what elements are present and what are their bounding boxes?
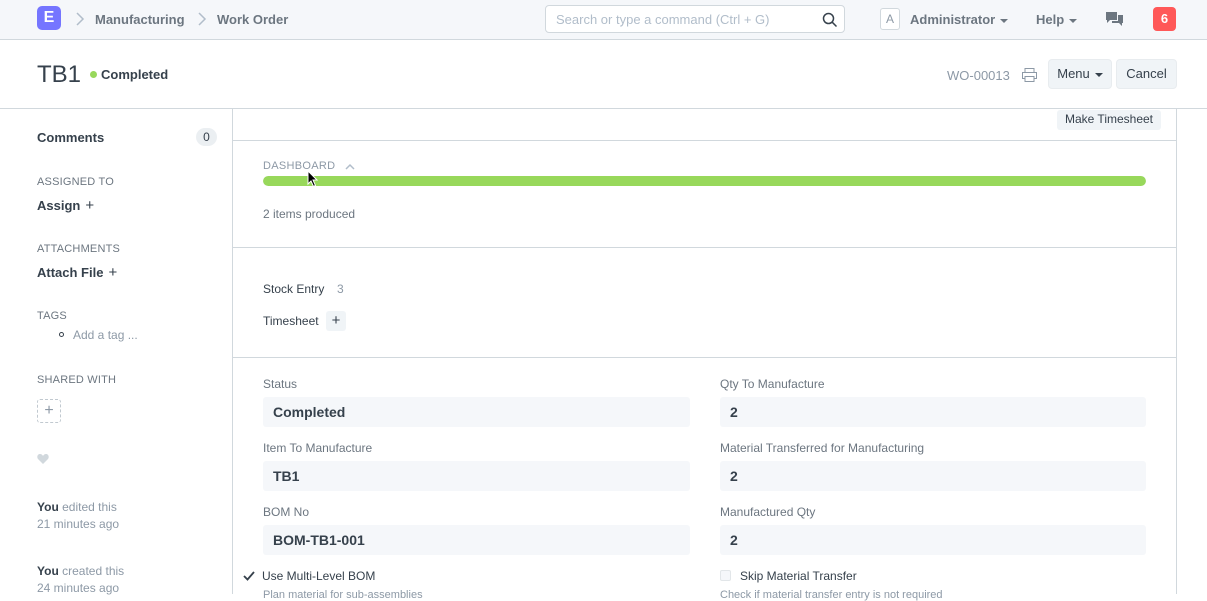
add-tag-input[interactable]: Add a tag ... xyxy=(73,328,138,342)
document-id: WO-00013 xyxy=(947,68,1010,83)
status-indicator-dot xyxy=(90,71,97,78)
section-divider xyxy=(232,247,1177,248)
transferred-field: 2 xyxy=(720,461,1146,491)
attachments-heading: ATTACHMENTS xyxy=(37,243,121,255)
section-divider xyxy=(232,140,1177,141)
skip-transfer-checkbox[interactable] xyxy=(720,570,731,581)
timeline-time: 21 minutes ago xyxy=(37,517,120,531)
tags-heading: TAGS xyxy=(37,310,67,322)
caret-down-icon xyxy=(1069,18,1078,23)
heart-icon[interactable] xyxy=(37,453,49,465)
skip-transfer-label[interactable]: Skip Material Transfer xyxy=(740,569,857,583)
assign-label: Assign xyxy=(37,198,81,213)
timeline-item: You edited this 21 minutes ago xyxy=(37,499,119,533)
skip-transfer-help-text: Check if material transfer entry is not … xyxy=(720,589,943,601)
breadcrumb-manufacturing[interactable]: Manufacturing xyxy=(95,12,185,27)
chevron-right-icon xyxy=(198,12,207,26)
search-input[interactable]: Search or type a command (Ctrl + G) xyxy=(545,5,845,33)
produced-text: 2 items produced xyxy=(263,207,356,221)
add-timesheet-button[interactable]: + xyxy=(326,311,346,331)
chevron-right-icon xyxy=(76,12,85,26)
cancel-button[interactable]: Cancel xyxy=(1116,59,1177,89)
help-menu[interactable]: Help xyxy=(1036,12,1078,27)
stock-entry-count: 3 xyxy=(337,282,344,296)
breadcrumb-work-order[interactable]: Work Order xyxy=(217,12,288,27)
section-divider xyxy=(232,357,1177,358)
plus-icon: + xyxy=(108,264,118,281)
qty-field[interactable]: 2 xyxy=(720,397,1146,427)
manufactured-field-label: Manufactured Qty xyxy=(720,505,816,519)
notification-badge[interactable]: 6 xyxy=(1153,7,1176,31)
chat-icon[interactable] xyxy=(1106,12,1123,27)
attach-file-button[interactable]: Attach File + xyxy=(37,264,117,281)
status-field: Completed xyxy=(263,397,690,427)
shared-with-heading: SHARED WITH xyxy=(37,374,117,386)
timeline-action: edited this xyxy=(62,500,117,514)
multi-level-bom-checkbox[interactable]: Use Multi-Level BOM xyxy=(262,569,375,583)
timeline-time: 24 minutes ago xyxy=(37,581,120,595)
app-logo[interactable]: E xyxy=(37,6,61,30)
timeline-item: You created this 24 minutes ago xyxy=(37,563,124,597)
caret-down-icon xyxy=(1000,18,1009,23)
timeline-actor: You xyxy=(37,564,59,578)
timeline-action: created this xyxy=(62,564,125,578)
comments-count: 0 xyxy=(196,128,217,146)
make-timesheet-button[interactable]: Make Timesheet xyxy=(1057,110,1161,130)
help-menu-label: Help xyxy=(1036,12,1065,27)
avatar[interactable]: A xyxy=(880,8,900,30)
share-add-button[interactable]: + xyxy=(37,399,61,423)
print-icon[interactable] xyxy=(1022,68,1037,82)
qty-field-label: Qty To Manufacture xyxy=(720,377,825,391)
plus-icon: + xyxy=(85,197,95,214)
caret-down-icon xyxy=(1094,72,1103,77)
dashboard-heading[interactable]: DASHBOARD xyxy=(263,160,335,172)
progress-bar xyxy=(263,176,1146,186)
user-menu-label: Administrator xyxy=(910,12,996,27)
menu-button-label: Menu xyxy=(1057,66,1090,81)
item-field[interactable]: TB1 xyxy=(263,461,690,491)
navbar: E Manufacturing Work Order Search or typ… xyxy=(0,0,1207,40)
progress-fill xyxy=(263,176,1146,186)
page-title: TB1 xyxy=(37,61,82,88)
menu-button[interactable]: Menu xyxy=(1048,59,1112,89)
comments-label[interactable]: Comments xyxy=(37,130,104,145)
chevron-up-icon[interactable] xyxy=(345,163,355,170)
timeline-actor: You xyxy=(37,500,59,514)
page-head: TB1 Completed WO-00013 Menu Cancel xyxy=(0,41,1207,109)
status-badge: Completed xyxy=(101,67,169,82)
bullet-icon xyxy=(59,332,64,337)
assigned-to-heading: ASSIGNED TO xyxy=(37,176,114,188)
mouse-cursor-icon xyxy=(307,170,318,188)
status-field-label: Status xyxy=(263,377,298,391)
manufactured-field: 2 xyxy=(720,525,1146,555)
transferred-field-label: Material Transferred for Manufacturing xyxy=(720,441,925,455)
assign-button[interactable]: Assign + xyxy=(37,197,94,214)
bom-field[interactable]: BOM-TB1-001 xyxy=(263,525,690,555)
checkmark-icon[interactable] xyxy=(243,571,255,581)
search-icon[interactable] xyxy=(822,12,838,28)
multi-level-help-text: Plan material for sub-assemblies xyxy=(263,589,423,601)
user-menu[interactable]: Administrator xyxy=(910,12,1009,27)
stock-entry-link[interactable]: Stock Entry xyxy=(263,282,324,296)
bom-field-label: BOM No xyxy=(263,505,310,519)
item-field-label: Item To Manufacture xyxy=(263,441,373,455)
attach-file-label: Attach File xyxy=(37,265,104,280)
timesheet-link[interactable]: Timesheet xyxy=(263,314,319,328)
